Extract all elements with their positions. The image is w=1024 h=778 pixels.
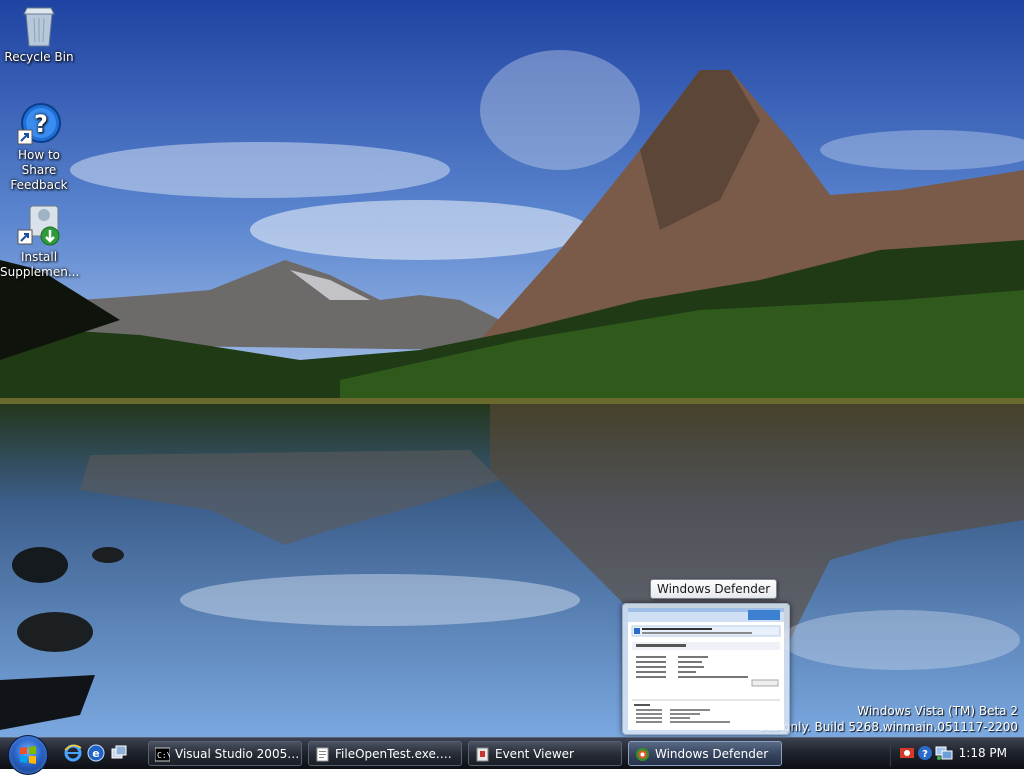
taskbar-button-label: Visual Studio 2005 C...: [175, 747, 302, 761]
help-question-icon: ?: [17, 103, 61, 145]
svg-text:?: ?: [922, 749, 928, 760]
taskbar: e C:\ Visual Studio 2005 C... FileOpenTe…: [0, 735, 1024, 775]
taskbar-button-label: Windows Defender: [655, 747, 769, 761]
tray-security-icon[interactable]: [899, 745, 915, 761]
svg-text:C:\: C:\: [157, 751, 170, 760]
windows-media-icon[interactable]: e: [87, 744, 105, 762]
windows-logo-icon: [20, 746, 36, 764]
switch-windows-icon[interactable]: [110, 744, 128, 762]
desktop-icon-label: Install Supplemen...: [0, 250, 80, 279]
start-button[interactable]: [8, 735, 48, 775]
wallpaper: [0, 0, 1024, 737]
command-prompt-icon: C:\: [155, 747, 170, 762]
taskbar-button-label: FileOpenTest.exe.m...: [335, 747, 462, 761]
taskbar-clock[interactable]: 1:18 PM: [959, 746, 1007, 760]
internet-explorer-icon[interactable]: [64, 744, 82, 762]
desktop: Recycle Bin ? How to Share Feedback Inst…: [0, 0, 1024, 737]
desktop-icon-share-feedback[interactable]: ? How to Share Feedback: [0, 102, 78, 193]
taskbar-button-label: Event Viewer: [495, 747, 574, 761]
desktop-icon-label: How to Share Feedback: [10, 148, 68, 192]
tray-network-icon[interactable]: [935, 745, 953, 761]
desktop-icon-install-supplemental[interactable]: Install Supplemen...: [0, 202, 80, 280]
taskbar-button-windows-defender[interactable]: Windows Defender: [628, 741, 782, 766]
watermark-line2: ses only. Build 5268.winmain.051117-2200: [759, 720, 1018, 734]
desktop-icon-label: Recycle Bin: [4, 50, 74, 64]
taskbar-button-event-viewer[interactable]: Event Viewer: [468, 741, 622, 766]
taskbar-button-visual-studio[interactable]: C:\ Visual Studio 2005 C...: [148, 741, 302, 766]
install-package-icon: [17, 205, 60, 246]
watermark-line1: Windows Vista (TM) Beta 2: [857, 704, 1018, 718]
tray-help-icon[interactable]: ?: [917, 745, 933, 761]
thumbnail-window-image: [628, 608, 784, 730]
system-tray: ? 1:18 PM: [890, 740, 1024, 767]
desktop-icon-recycle-bin[interactable]: Recycle Bin: [0, 4, 78, 65]
recycle-bin-icon: [23, 7, 55, 47]
document-icon: [316, 747, 329, 762]
windows-defender-icon: [636, 748, 649, 761]
thumbnail-preview[interactable]: [622, 603, 790, 735]
taskbar-button-fileopentest[interactable]: FileOpenTest.exe.m...: [308, 741, 462, 766]
svg-text:?: ?: [34, 110, 48, 138]
event-viewer-icon: [476, 747, 489, 762]
svg-text:e: e: [92, 747, 99, 760]
thumbnail-tooltip-title: Windows Defender: [650, 579, 778, 599]
